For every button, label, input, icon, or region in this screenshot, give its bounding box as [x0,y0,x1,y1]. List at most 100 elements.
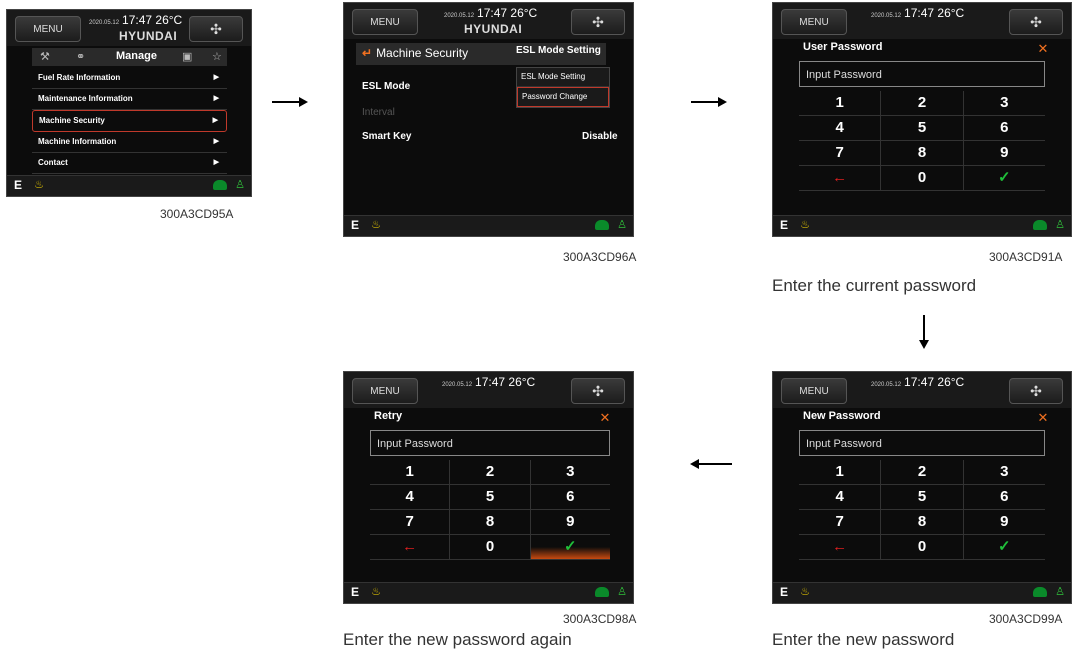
menu-button[interactable]: MENU [781,9,847,35]
flow-arrow-down [919,315,929,349]
key-1[interactable]: 1 [799,460,882,484]
arrow-right-icon: ▶ [212,117,218,124]
flow-arrow-left [690,459,732,469]
key-5[interactable]: 5 [450,485,531,509]
menu-item-machine-security[interactable]: Machine Security ▶ [32,110,227,132]
clock: 2020.05.12 17:47 26°C [89,13,182,27]
password-input[interactable]: Input Password [799,61,1045,87]
close-icon[interactable]: ✕ [595,410,615,425]
menu-item-contact[interactable]: Contact ▶ [32,153,227,174]
password-input[interactable]: Input Password [370,430,610,456]
key-0[interactable]: 0 [450,535,531,559]
flow-arrow-right [272,97,308,107]
key-6[interactable]: 6 [964,116,1045,140]
arrow-right-icon: ▶ [213,138,219,145]
section-title-text: Machine Security [376,46,469,60]
key-1[interactable]: 1 [799,91,882,115]
key-3[interactable]: 3 [531,460,610,484]
backspace-icon[interactable]: ← [370,535,451,559]
key-3[interactable]: 3 [964,91,1045,115]
confirm-icon[interactable]: ✓ [964,166,1045,190]
key-7[interactable]: 7 [370,510,451,534]
figure-code: 300A3CD98A [563,612,637,626]
key-5[interactable]: 5 [881,116,964,140]
screen-new-password: MENU 2020.05.12 17:47 26°C ✣ New Password… [772,371,1072,604]
menu-button[interactable]: MENU [15,16,81,42]
power-mode-indicator: E [779,218,788,232]
key-0[interactable]: 0 [881,535,964,559]
key-3[interactable]: 3 [964,460,1045,484]
keypad: 123 456 789 ← 0 ✓ [370,460,610,560]
menu-item-label: Contact [38,158,68,167]
key-0[interactable]: 0 [881,166,964,190]
bottom-bar: E ♨ ♙ [773,582,1071,603]
key-6[interactable]: 6 [964,485,1045,509]
date-text: 2020.05.12 [442,382,473,388]
menu-button[interactable]: MENU [352,378,418,404]
key-9[interactable]: 9 [964,510,1045,534]
clock: 2020.05.12 17:47 26°C [871,375,964,389]
backspace-icon[interactable]: ← [799,535,882,559]
close-icon[interactable]: ✕ [1033,410,1053,425]
menu-button[interactable]: MENU [352,9,418,35]
menu-item-machine-information[interactable]: Machine Information ▶ [32,132,227,153]
menu-item-maintenance[interactable]: Maintenance Information ▶ [32,89,227,110]
key-9[interactable]: 9 [531,510,610,534]
key-2[interactable]: 2 [450,460,531,484]
return-icon[interactable]: ↵ [362,46,372,60]
link-icon[interactable]: ⚭ [76,50,85,63]
key-1[interactable]: 1 [370,460,451,484]
wrench-icon[interactable]: ⚒ [40,50,50,63]
screen-machine-security: MENU 2020.05.12 17:47 26°C HYUNDAI ✣ ↵ Mac… [343,2,634,237]
fan-icon[interactable]: ✣ [1009,9,1063,35]
esl-dropdown[interactable]: ESL Mode Setting [516,45,601,56]
fan-icon[interactable]: ✣ [571,378,625,404]
key-8[interactable]: 8 [881,510,964,534]
key-8[interactable]: 8 [450,510,531,534]
key-5[interactable]: 5 [881,485,964,509]
fan-icon[interactable]: ✣ [189,16,243,42]
screen-retry-password: MENU 2020.05.12 17:47 26°C ✣ Retry ✕ Inpu… [343,371,634,604]
dropdown-item-password-change[interactable]: Password Change [517,87,609,107]
key-7[interactable]: 7 [799,141,882,165]
clock: 2020.05.12 17:47 26°C [442,375,535,389]
key-8[interactable]: 8 [881,141,964,165]
tab-bar: ⚒ ⚭ Manage ▣ ☆ [32,48,227,66]
menu-button[interactable]: MENU [781,378,847,404]
time-text: 17:47 [122,13,153,27]
fan-icon[interactable]: ✣ [1009,378,1063,404]
menu-item-fuel-rate[interactable]: Fuel Rate Information ▶ [32,68,227,89]
setting-esl-mode[interactable]: ESL Mode [362,81,410,92]
backspace-icon[interactable]: ← [799,166,882,190]
power-mode-indicator: E [350,585,359,599]
tab-manage[interactable]: Manage [116,50,157,62]
password-input[interactable]: Input Password [799,430,1045,456]
key-9[interactable]: 9 [964,141,1045,165]
fan-icon[interactable]: ✣ [571,9,625,35]
key-7[interactable]: 7 [799,510,882,534]
confirm-icon[interactable]: ✓ [530,535,610,559]
heater-icon: ♨ [34,179,44,191]
turtle-icon [1033,587,1047,597]
dropdown-item-esl[interactable]: ESL Mode Setting [517,68,609,87]
key-6[interactable]: 6 [531,485,610,509]
turtle-icon [213,180,227,190]
confirm-icon[interactable]: ✓ [964,535,1045,559]
temp-text: 26°C [510,6,538,20]
key-4[interactable]: 4 [370,485,451,509]
top-bar: MENU 2020.05.12 17:47 26°C HYUNDAI ✣ [344,3,633,39]
star-icon[interactable]: ☆ [212,50,222,63]
dialog-title: Retry [374,410,403,422]
step-caption: Enter the new password [772,630,955,649]
key-2[interactable]: 2 [881,460,964,484]
setting-smart-key[interactable]: Smart Key [362,131,411,142]
key-4[interactable]: 4 [799,485,882,509]
key-4[interactable]: 4 [799,116,882,140]
section-title[interactable]: ↵ Machine Security [362,46,468,60]
time-text: 17:47 [904,6,935,20]
close-icon[interactable]: ✕ [1033,41,1053,56]
seat-icon: ♙ [1055,219,1065,231]
top-bar: MENU 2020.05.12 17:47 26°C ✣ [773,3,1071,39]
key-2[interactable]: 2 [881,91,964,115]
camera-icon[interactable]: ▣ [182,50,192,63]
